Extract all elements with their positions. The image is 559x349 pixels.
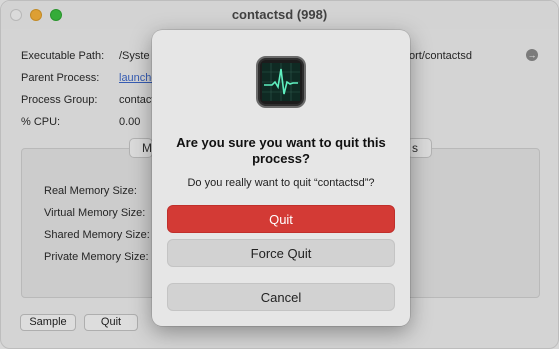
dialog-message: Do you really want to quit “contactsd”?: [187, 177, 375, 189]
quit-confirmation-dialog: Are you sure you want to quit this proce…: [152, 30, 410, 326]
force-quit-button[interactable]: Force Quit: [167, 239, 395, 267]
cancel-button[interactable]: Cancel: [167, 283, 395, 311]
quit-button[interactable]: Quit: [167, 205, 395, 233]
activity-monitor-icon: [256, 56, 306, 108]
process-inspector-window: contactsd (998) Executable Path: /Syste …: [0, 0, 559, 349]
dialog-title: Are you sure you want to quit this proce…: [176, 135, 386, 166]
